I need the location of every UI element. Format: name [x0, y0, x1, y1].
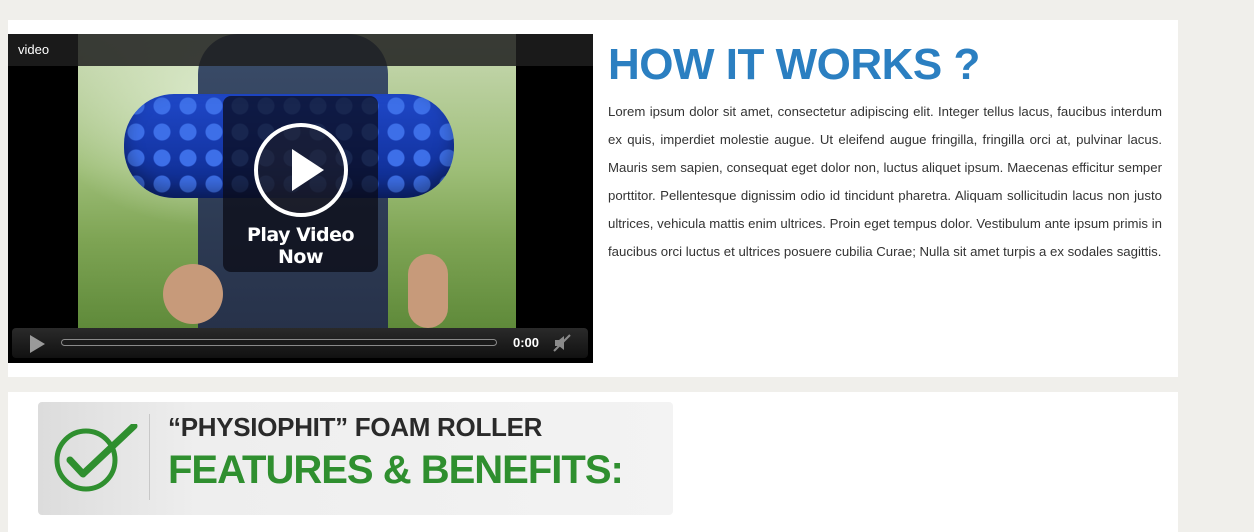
mute-icon[interactable] — [552, 333, 572, 353]
banner-divider — [149, 414, 150, 500]
how-it-works-panel: video Play Video Now 0:00 HOW IT WORKS ?… — [8, 20, 1178, 377]
checkmark-icon — [52, 422, 142, 494]
video-progress-bar[interactable] — [61, 339, 497, 346]
section-heading: HOW IT WORKS ? — [608, 40, 980, 89]
person-hand-left — [163, 264, 223, 324]
features-banner: “PHYSIOPHIT” FOAM ROLLER FEATURES & BENE… — [38, 402, 673, 515]
play-icon[interactable] — [30, 335, 45, 353]
play-video-overlay-button[interactable]: Play Video Now — [223, 96, 378, 272]
video-controls: 0:00 — [12, 328, 588, 358]
video-title: video — [18, 42, 50, 57]
play-icon — [254, 123, 348, 217]
video-title-bar: video — [8, 34, 593, 66]
play-video-label: Play Video Now — [246, 224, 355, 268]
person-hand-right — [408, 254, 448, 328]
video-player[interactable]: video Play Video Now 0:00 — [8, 34, 593, 363]
section-body-text: Lorem ipsum dolor sit amet, consectetur … — [608, 104, 1162, 259]
video-time: 0:00 — [513, 335, 540, 350]
banner-product-name: “PHYSIOPHIT” FOAM ROLLER — [168, 412, 543, 442]
features-panel: “PHYSIOPHIT” FOAM ROLLER FEATURES & BENE… — [8, 392, 1178, 532]
banner-features-title: FEATURES & BENEFITS: — [168, 448, 624, 492]
